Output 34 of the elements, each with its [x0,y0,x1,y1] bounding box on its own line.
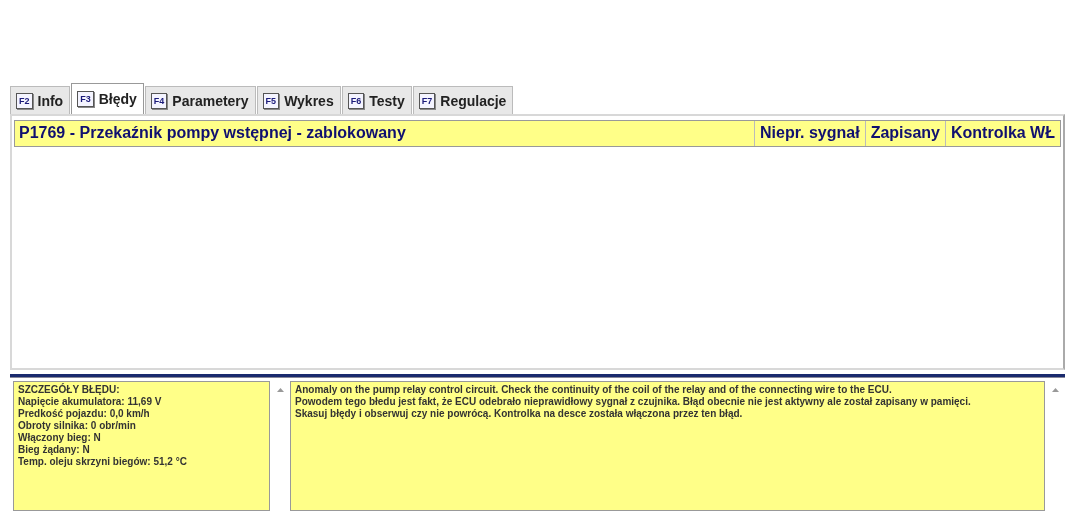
key-label: F4 [150,92,168,109]
scroll-up-icon[interactable] [276,388,284,392]
tab[interactable]: F7 Regulacje [412,86,514,114]
detail-line: SZCZEGÓŁY BŁĘDU: [18,384,121,396]
key-label: F6 [347,92,365,109]
detail-line: Predkość pojazdu: 0,0 km/h [18,408,151,420]
column-header: Zapisany [864,121,945,146]
tab-label: Testy [369,92,405,109]
description-line: Powodem tego błedu jest fakt, że ECU odebrało nieprawidłowy sygnał z czujnika. Błąd obecnie nie jest aktywny ale został zapisany w pamięci. [295,396,972,408]
description-line: Anomaly on the pump relay control circuit. Check the continuity of the coil of the relay and of the connecting wire to the ECU. [295,384,893,396]
column-header: Kontrolka WŁ [945,121,1060,146]
tab[interactable]: F6 Testy [341,86,412,114]
detail-line: Bieg żądany: N [18,444,91,456]
scroll-up-icon[interactable] [1051,388,1059,392]
tab-label: Info [37,92,64,109]
tab[interactable]: F3 Błędy [71,83,144,114]
detail-line: Obroty silnika: 0 obr/min [18,420,137,432]
key-label: F7 [418,92,436,109]
description-line: Skasuj błędy i obserwuj czy nie powrócą. Kontrolka na desce została włączona przez ten błąd. [295,408,744,420]
key-label: F3 [77,91,94,107]
tab-label: Wykres [284,92,334,109]
column-header: Niepr. sygnał [754,121,865,146]
detail-line: Temp. oleju skrzyni biegów: 51,2 °C [18,456,188,468]
tab[interactable]: F5 Wykres [256,86,341,114]
key-label: F5 [262,92,280,109]
tab[interactable]: F4 Parametery [144,86,256,114]
tab[interactable]: F2 Info [10,86,71,114]
detail-line: Napięcie akumulatora: 11,69 V [18,396,163,408]
tab-label: Regulacje [440,92,507,109]
tab-label: Parametery [172,92,249,109]
fault-title[interactable]: P1769 - Przekaźnik pompy wstępnej - zablokowany [15,121,755,146]
detail-line: Włączony bieg: N [18,432,102,444]
key-label: F2 [16,92,33,109]
tab-label: Błędy [98,91,137,107]
